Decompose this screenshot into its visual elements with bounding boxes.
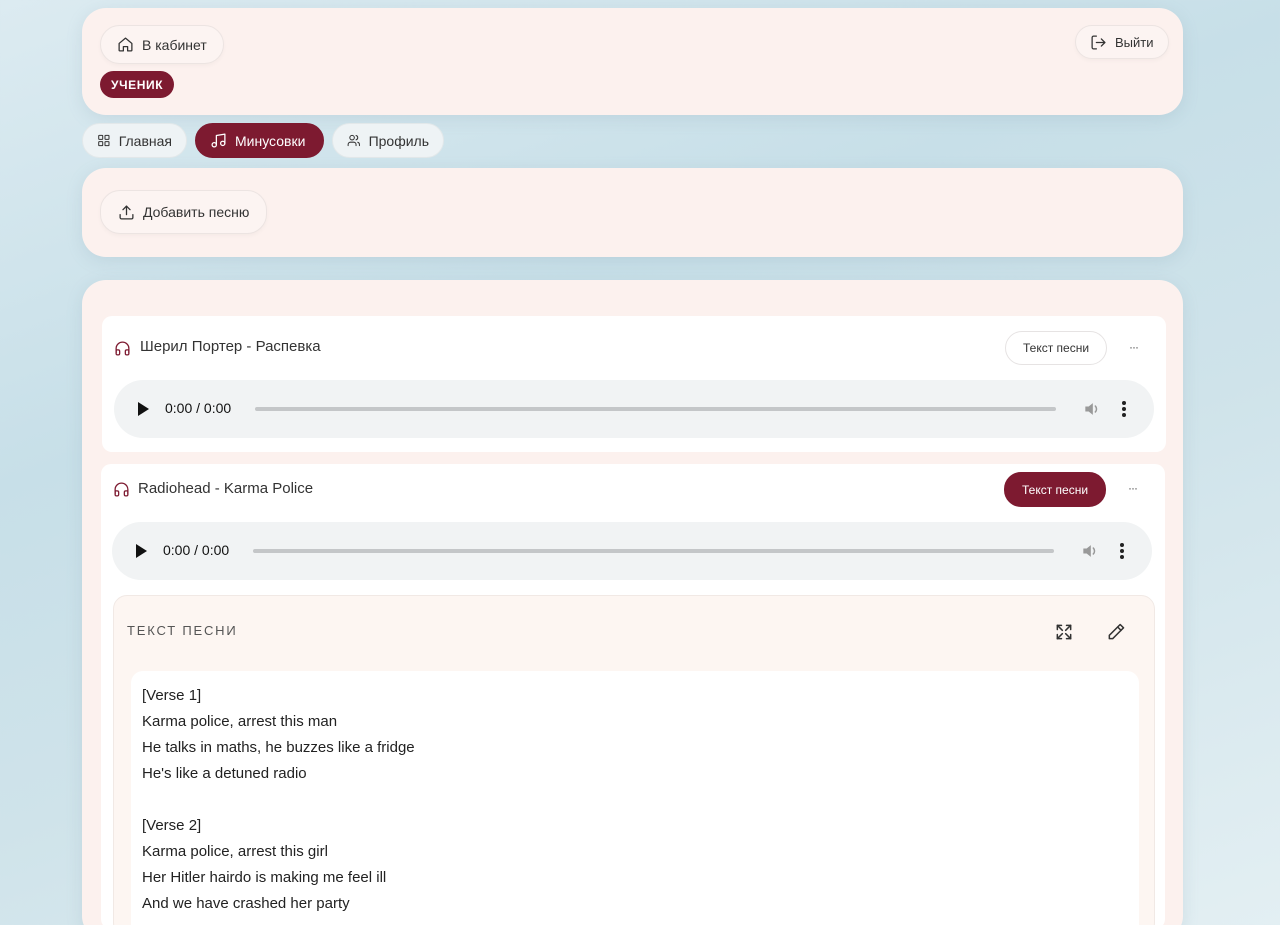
more-options-button[interactable]: ··· bbox=[1128, 481, 1138, 495]
play-icon[interactable] bbox=[136, 544, 147, 558]
add-song-button[interactable]: Добавить песню bbox=[100, 190, 268, 234]
lyrics-panel: ТЕКСТ ПЕСНИ [Verse 1] Karma police, arre… bbox=[113, 595, 1155, 925]
kebab-menu-icon[interactable] bbox=[1119, 543, 1125, 559]
users-icon bbox=[347, 134, 360, 147]
lyrics-text: [Verse 1] Karma police, arrest this man … bbox=[131, 671, 1139, 925]
more-options-button[interactable]: ··· bbox=[1129, 340, 1139, 354]
song-title: Radiohead - Karma Police bbox=[138, 480, 314, 497]
audio-player: 0:00 / 0:00 bbox=[112, 522, 1152, 580]
player-time: 0:00 / 0:00 bbox=[165, 400, 232, 416]
volume-icon[interactable] bbox=[1082, 399, 1102, 419]
lyrics-toggle-button[interactable]: Текст песни bbox=[1004, 472, 1107, 507]
add-song-button-label: Добавить песню bbox=[143, 204, 250, 220]
logout-button[interactable]: Выйти bbox=[1075, 25, 1169, 59]
player-time: 0:00 / 0:00 bbox=[163, 542, 230, 558]
volume-icon[interactable] bbox=[1080, 541, 1100, 561]
logout-icon bbox=[1091, 34, 1106, 50]
upload-icon bbox=[119, 204, 134, 220]
fullscreen-icon[interactable] bbox=[1054, 622, 1074, 642]
headphones-icon bbox=[114, 340, 131, 357]
song-title: Шерил Портер - Распевка bbox=[140, 338, 321, 355]
grid-icon bbox=[98, 134, 110, 147]
song-item: Шерил Портер - Распевка Текст песни ··· … bbox=[102, 316, 1166, 452]
tab-home[interactable]: Главная bbox=[82, 123, 187, 158]
home-icon bbox=[118, 37, 133, 52]
tab-backing-tracks-label: Минусовки bbox=[235, 132, 306, 149]
audio-player: 0:00 / 0:00 bbox=[114, 380, 1154, 438]
logout-button-label: Выйти bbox=[1115, 34, 1154, 50]
header-card bbox=[82, 8, 1183, 115]
lyrics-toggle-button[interactable]: Текст песни bbox=[1005, 331, 1108, 365]
cabinet-button-label: В кабинет bbox=[142, 36, 207, 53]
lyrics-heading: ТЕКСТ ПЕСНИ bbox=[127, 623, 238, 638]
progress-track[interactable] bbox=[253, 549, 1054, 553]
tab-home-label: Главная bbox=[118, 132, 172, 149]
tab-profile[interactable]: Профиль bbox=[332, 123, 444, 158]
cabinet-button[interactable]: В кабинет bbox=[100, 25, 224, 64]
tab-backing-tracks[interactable]: Минусовки bbox=[195, 123, 324, 158]
play-icon[interactable] bbox=[138, 402, 149, 416]
tab-profile-label: Профиль bbox=[368, 132, 429, 149]
edit-pencil-icon[interactable] bbox=[1106, 622, 1126, 642]
music-note-icon bbox=[211, 133, 226, 148]
kebab-menu-icon[interactable] bbox=[1121, 401, 1127, 417]
progress-track[interactable] bbox=[255, 407, 1056, 411]
role-badge: УЧЕНИК bbox=[100, 71, 175, 98]
headphones-icon bbox=[113, 481, 130, 498]
